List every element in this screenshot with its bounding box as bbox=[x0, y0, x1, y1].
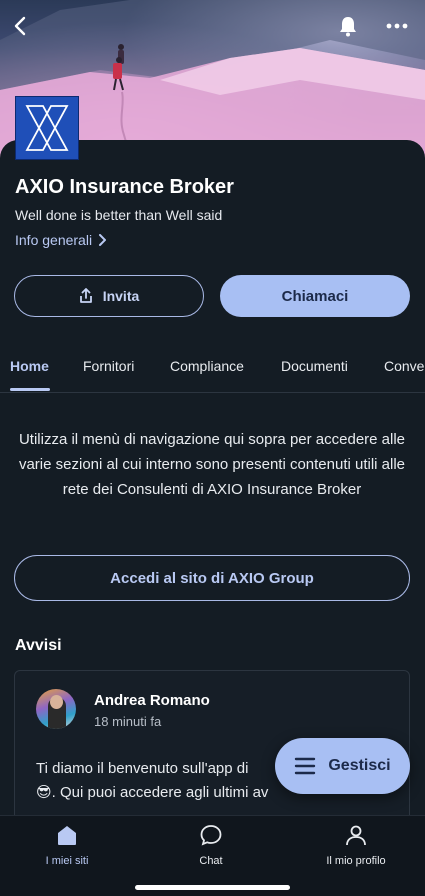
menu-icon bbox=[295, 757, 316, 775]
invite-button-label: Invita bbox=[102, 288, 140, 304]
call-button[interactable]: Chiamaci bbox=[220, 275, 410, 317]
manage-button-label: Gestisci bbox=[328, 757, 391, 774]
nav-my-sites-label: I miei siti bbox=[45, 855, 89, 867]
post-author: Andrea Romano bbox=[94, 692, 210, 709]
nav-chat-label: Chat bbox=[199, 855, 223, 867]
more-button[interactable] bbox=[381, 10, 413, 42]
call-button-label: Chiamaci bbox=[281, 287, 349, 305]
tagline: Well done is better than Well said bbox=[15, 207, 223, 223]
announcements-title: Avvisi bbox=[15, 637, 62, 654]
notifications-button[interactable] bbox=[332, 10, 364, 42]
share-icon bbox=[79, 288, 92, 303]
post-text-line2-text: . Qui puoi accedere agli ultimi av bbox=[51, 784, 269, 801]
visit-site-button[interactable]: Accedi al sito di AXIO Group bbox=[14, 555, 410, 601]
section-tabs: Home Fornitori Compliance Documenti Conv… bbox=[0, 352, 425, 393]
back-button[interactable] bbox=[4, 10, 36, 42]
nav-my-sites[interactable]: I miei siti bbox=[17, 824, 117, 867]
more-icon bbox=[386, 23, 408, 29]
bell-icon bbox=[340, 17, 356, 37]
active-tab-indicator bbox=[10, 388, 50, 391]
nav-my-profile-label: Il mio profilo bbox=[326, 855, 386, 867]
visit-site-button-label: Accedi al sito di AXIO Group bbox=[110, 569, 314, 587]
post-time: 18 minuti fa bbox=[94, 714, 162, 729]
back-icon bbox=[14, 16, 26, 36]
nav-my-profile[interactable]: Il mio profilo bbox=[306, 824, 406, 867]
nav-chat[interactable]: Chat bbox=[161, 824, 261, 867]
avatar bbox=[36, 689, 76, 729]
tab-fornitori[interactable]: Fornitori bbox=[83, 358, 134, 374]
intro-text: Utilizza il menù di navigazione qui sopr… bbox=[18, 431, 406, 498]
info-link-label: Info generali bbox=[15, 232, 93, 248]
sunglasses-emoji: 😎 bbox=[36, 784, 52, 801]
info-link[interactable]: Info generali bbox=[15, 232, 107, 248]
user-icon bbox=[346, 825, 366, 846]
tab-compliance[interactable]: Compliance bbox=[170, 358, 244, 374]
manage-button[interactable]: Gestisci bbox=[275, 738, 410, 794]
company-name: AXIO Insurance Broker bbox=[15, 176, 234, 198]
axio-logo-icon bbox=[15, 96, 79, 160]
bottom-nav: I miei siti Chat Il mio profilo bbox=[0, 815, 425, 896]
chat-icon bbox=[200, 825, 222, 846]
invite-button[interactable]: Invita bbox=[14, 275, 204, 317]
tab-home[interactable]: Home bbox=[10, 358, 49, 374]
tab-documenti[interactable]: Documenti bbox=[281, 358, 348, 374]
home-indicator bbox=[135, 885, 290, 890]
chevron-right-icon bbox=[99, 234, 107, 246]
tab-convenzioni[interactable]: Conve bbox=[384, 358, 424, 374]
home-icon bbox=[58, 826, 76, 845]
